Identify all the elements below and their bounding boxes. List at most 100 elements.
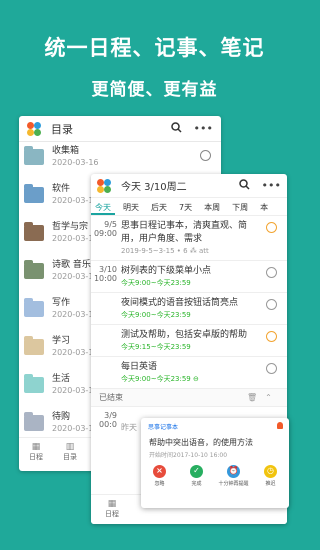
nav-schedule[interactable]: ▦ 日程	[95, 495, 129, 519]
schedule-header: 今天 3/10周二 •••	[91, 174, 287, 198]
folder-icon	[24, 336, 44, 355]
search-icon[interactable]	[238, 178, 250, 193]
catalog-item-name: 学习	[52, 336, 71, 346]
nav-schedule-label: 日程	[29, 453, 43, 461]
event-range: 今天9:15~今天23:59	[121, 343, 191, 351]
catalog-item-date: 2020-03-1	[52, 272, 94, 281]
event-range: 今天9:00~今天23:59	[121, 279, 191, 287]
catalog-item-date: 2020-03-1	[52, 234, 94, 243]
calendar-icon: ▦	[107, 499, 117, 509]
popup-text: 帮助中突出语音，的使用方法	[149, 438, 253, 447]
popup-actions: × 忽略 ✓ 完成 ⏰ 十分钟再提醒 ◷ 推迟	[141, 459, 289, 487]
catalog-item-name: 诗歌 音乐	[52, 260, 91, 270]
folder-icon	[24, 412, 44, 431]
range-tab[interactable]: 7天	[175, 198, 196, 215]
event-item[interactable]: 测试及帮助，包括安卓版的帮助 今天9:15~今天23:59	[91, 325, 287, 357]
popup-action-button[interactable]: × 忽略	[143, 465, 176, 487]
action-icon: ⏰	[227, 465, 240, 478]
event-checkbox[interactable]	[266, 331, 277, 342]
folder-icon	[24, 222, 44, 241]
chevron-up-icon[interactable]: ⌃	[265, 393, 272, 402]
catalog-title: 目录	[51, 122, 73, 136]
catalog-item-date: 2020-03-1	[52, 310, 94, 319]
folder-icon	[24, 146, 44, 165]
popup-time: 开始时间2017-10-10 16:00	[149, 452, 228, 459]
popup-action-button[interactable]: ⏰ 十分钟再提醒	[217, 465, 250, 487]
catalog-item-date: 2020-03-1	[52, 386, 94, 395]
catalog-item-date: 2020-03-1	[52, 348, 94, 357]
range-tab[interactable]: 今天	[91, 198, 115, 215]
action-icon: ×	[153, 465, 166, 478]
popup-action-label: 推迟	[265, 481, 276, 487]
folder-icon	[24, 374, 44, 393]
action-icon: ◷	[264, 465, 277, 478]
catalog-item-name: 收集箱	[52, 146, 80, 156]
catalog-item-name: 软件	[52, 184, 71, 194]
event-list: 9/5 09:00 思事日程记事本，清爽直观、简用，用户角度、需求 2019-9-5~…	[91, 216, 287, 389]
bell-icon	[277, 422, 283, 429]
event-checkbox[interactable]	[266, 267, 277, 278]
folder-icon	[24, 184, 44, 203]
event-item[interactable]: 夜间模式的语音按钮话筒亮点 今天9:00~今天23:59	[91, 293, 287, 325]
popup-action-label: 完成	[191, 481, 202, 487]
catalog-item-date: 2020-03-1	[52, 196, 94, 205]
popup-action-label: 十分钟再提醒	[218, 481, 249, 487]
catalog-item-date: 2020-03-1	[52, 424, 94, 433]
reminder-popup[interactable]: 思事记事本 帮助中突出语音，的使用方法 开始时间2017-10-10 16:00…	[141, 418, 289, 508]
range-tabs: 今天 明天 后天 7天 本周 下周本	[91, 198, 287, 216]
popup-action-label: 忽略	[154, 481, 165, 487]
event-text: 每日英语	[121, 362, 158, 372]
bank-icon: ▥	[65, 442, 75, 452]
ended-label: 已结束	[99, 393, 123, 402]
event-item[interactable]: 每日英语今天9:00~今天23:59 ⊖	[91, 357, 287, 389]
event-text: 夜间模式的语音按钮话筒亮点	[121, 298, 239, 308]
action-icon: ✓	[190, 465, 203, 478]
range-tab[interactable]: 本	[256, 198, 272, 215]
calendar-icon: ▦	[31, 442, 41, 452]
nav-schedule-label: 日程	[105, 510, 119, 518]
catalog-item-name: 写作	[52, 298, 71, 308]
nav-catalog[interactable]: ▥ 目录	[53, 438, 87, 471]
event-text: 树列表的下级菜单小点	[121, 266, 212, 276]
popup-action-button[interactable]: ◷ 推迟	[254, 465, 287, 487]
event-range: 今天9:00~今天23:59	[121, 311, 191, 319]
catalog-item-name: 哲学与宗	[52, 222, 89, 232]
range-tab[interactable]: 下周	[228, 198, 252, 215]
popup-action-button[interactable]: ✓ 完成	[180, 465, 213, 487]
nav-catalog-label: 目录	[63, 453, 77, 461]
ended-event-time: 00:0	[99, 420, 117, 429]
event-item[interactable]: 3/10 10:00 树列表的下级菜单小点 今天9:00~今天23:59	[91, 261, 287, 293]
ended-event-date: 3/9	[104, 411, 117, 420]
ended-section-header[interactable]: 已结束 🗑 ⌃	[91, 389, 287, 407]
catalog-header: 目录 •••	[19, 116, 221, 142]
event-range: 今天9:00~今天23:59 ⊖	[121, 375, 199, 383]
event-checkbox[interactable]	[266, 299, 277, 310]
event-checkbox[interactable]	[266, 363, 277, 374]
hero-line1: 统一日程、记事、笔记	[44, 36, 265, 60]
folder-icon	[24, 298, 44, 317]
event-range: 2019-9-5~3-15 • 6 ⁂ att	[121, 247, 209, 255]
event-time: 09:00	[93, 229, 117, 238]
hero-line2: 更简便、更有益	[91, 80, 218, 100]
search-icon[interactable]	[170, 121, 182, 136]
catalog-item-name: 待购	[52, 412, 71, 422]
app-logo-icon	[27, 121, 41, 136]
nav-schedule[interactable]: ▦ 日程	[19, 438, 53, 471]
event-date: 9/5	[104, 220, 117, 229]
event-time: 10:00	[93, 274, 117, 283]
range-tab[interactable]: 后天	[147, 198, 171, 215]
app-logo-icon	[97, 178, 111, 193]
range-tab[interactable]: 明天	[119, 198, 143, 215]
item-checkbox[interactable]	[200, 150, 211, 161]
more-icon[interactable]: •••	[262, 179, 281, 192]
trash-icon[interactable]: 🗑	[247, 393, 257, 402]
range-tab[interactable]: 本周	[200, 198, 224, 215]
more-icon[interactable]: •••	[194, 122, 213, 135]
event-text: 测试及帮助，包括安卓版的帮助	[121, 330, 248, 340]
event-text: 思事日程记事本，清爽直观、简用，用户角度、需求	[121, 221, 248, 244]
event-item[interactable]: 9/5 09:00 思事日程记事本，清爽直观、简用，用户角度、需求 2019-9-5~…	[91, 216, 287, 261]
catalog-item-date: 2020-03-16	[52, 158, 99, 167]
event-checkbox[interactable]	[266, 222, 277, 233]
folder-icon	[24, 260, 44, 279]
schedule-title: 今天 3/10周二	[121, 182, 187, 193]
